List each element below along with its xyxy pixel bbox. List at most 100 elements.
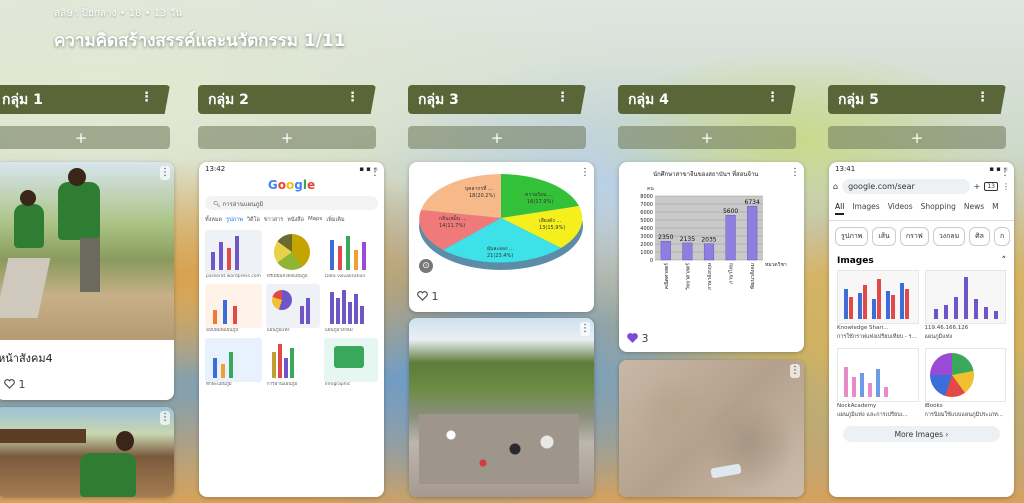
- post-caption: หน้าสังคม4: [0, 352, 53, 365]
- student-legs: [80, 238, 100, 292]
- tab-news: News: [963, 202, 985, 211]
- result-thumbnail: [924, 348, 1006, 402]
- google-tabs: ทั้งหมด รูปภาพ วิดีโอ ข่าวสาร หนังสือ Ma…: [199, 214, 384, 226]
- column-menu-icon[interactable]: ⋮: [556, 90, 569, 105]
- new-tab-icon: +: [973, 182, 981, 191]
- url-bar: google.com/sear: [842, 179, 970, 194]
- result-caption: pareerat.wordpress.com: [206, 274, 261, 279]
- heart-icon[interactable]: [417, 291, 428, 301]
- post-menu-icon[interactable]: ⋮: [160, 166, 170, 180]
- google-logo: Google: [267, 178, 316, 192]
- post-menu-icon[interactable]: ⋮: [580, 166, 590, 180]
- result-thumbnail: [205, 284, 262, 328]
- column-menu-icon[interactable]: ⋮: [766, 90, 779, 105]
- image-result: การอ่านแผนภูมิ: [265, 338, 320, 388]
- result-caption: แผนภูมิแท่ง: [924, 334, 953, 340]
- browser-bar: ⌂ google.com/sear + 13 ⋮: [829, 176, 1014, 197]
- heart-icon[interactable]: [627, 333, 638, 343]
- google-search-box: 🔍︎ การอ่านแผนภูมิ: [205, 196, 378, 210]
- like-counter[interactable]: 1: [417, 290, 439, 303]
- pie-label: ฝุ่นละออง ...: [487, 246, 514, 252]
- image-result: Data visualization: [323, 230, 378, 280]
- chart-title: นักศึกษาสาขาจีนของสถาบันฯ ที่สอนจ้าน: [653, 170, 758, 178]
- like-counter[interactable]: 1: [4, 378, 26, 391]
- roof-beam: [0, 429, 86, 443]
- post-menu-icon[interactable]: ⋮: [790, 364, 800, 378]
- tab: รูปภาพ: [226, 217, 243, 223]
- column-title: กลุ่ม 5: [838, 91, 879, 108]
- post-card[interactable]: ⋮: [619, 360, 804, 497]
- post-card[interactable]: 13:42 ▪ ▪ ▪ Google 🔍︎ การอ่านแผนภูมิ ทั้…: [199, 162, 384, 497]
- filter-chip: วงกลม: [932, 227, 966, 246]
- image-result: iBooks การนิยมใช้แบบแผนภูมิประเภท...: [924, 348, 1006, 420]
- student-figure: [58, 182, 100, 240]
- status-bar: 13:41 ▪ ▪ ▪: [829, 162, 1014, 176]
- bar: [725, 215, 736, 261]
- result-source: NockAcademy: [837, 403, 877, 409]
- x-tick-label: ภาษาไทย: [728, 263, 735, 284]
- like-count: 1: [18, 378, 26, 391]
- add-post-button[interactable]: +: [408, 126, 586, 149]
- bar-chart: นักศึกษาสาขาจีนของสถาบันฯ ที่สอนจ้าน คน …: [640, 170, 787, 290]
- post-photo: [0, 407, 174, 497]
- column-title: กลุ่ม 2: [208, 91, 249, 108]
- pie-value: 14(11.7%): [439, 223, 465, 229]
- post-card[interactable]: ⋮: [0, 407, 174, 497]
- x-tick-label: พัฒนาสังคม: [750, 263, 756, 289]
- like-counter[interactable]: 3: [627, 332, 649, 345]
- column-menu-icon[interactable]: ⋮: [346, 90, 359, 105]
- column-header[interactable]: กลุ่ม 5 ⋮: [828, 85, 1006, 114]
- y-tick-label: 1000: [640, 250, 653, 256]
- y-unit: คน: [647, 186, 654, 192]
- home-icon: ⌂: [833, 182, 839, 191]
- post-menu-icon[interactable]: ⋮: [370, 166, 380, 180]
- post-card[interactable]: ⋮: [409, 318, 594, 497]
- resize-handle-icon[interactable]: ⊙: [419, 259, 433, 273]
- search-tabs: All Images Videos Shopping News M: [829, 197, 1014, 221]
- data-label: 6734: [745, 199, 760, 206]
- post-photo: [409, 318, 594, 497]
- column-header[interactable]: กลุ่ม 2 ⋮: [198, 85, 376, 114]
- board-meta: สลิษา ปิ่ยกลาง • 18 • 13 วัน: [54, 8, 183, 19]
- result-caption: Data visualization: [324, 274, 366, 279]
- result-caption: แผนภูมิแท่ง และการเปรียบเ...: [837, 412, 908, 418]
- post-menu-icon[interactable]: ⋮: [790, 166, 800, 180]
- tab-all: All: [835, 202, 845, 215]
- y-tick-label: 7000: [640, 202, 653, 208]
- post-card[interactable]: นักศึกษาสาขาจีนของสถาบันฯ ที่สอนจ้าน คน …: [619, 162, 804, 352]
- post-menu-icon[interactable]: ⋮: [160, 411, 170, 425]
- trash-pile: [419, 414, 579, 484]
- column-header[interactable]: กลุ่ม 3 ⋮: [408, 85, 586, 114]
- legend-label: หมวดวิชา: [765, 261, 787, 268]
- post-menu-icon[interactable]: ⋮: [1000, 166, 1010, 180]
- tab: วิดีโอ: [246, 217, 260, 223]
- post-card[interactable]: บุคลากรที่ ... 18(20.2%) ความร้อน ... 16…: [409, 162, 594, 312]
- column-header[interactable]: กลุ่ม 4 ⋮: [618, 85, 796, 114]
- filter-chip: ศิล: [969, 227, 990, 246]
- result-source: iBooks: [924, 403, 943, 409]
- column-header[interactable]: กลุ่ม 1 ⋮: [0, 85, 170, 114]
- post-card[interactable]: ⋮ หน้าสังคม4 1: [0, 162, 174, 400]
- add-post-button[interactable]: +: [0, 126, 170, 149]
- add-post-button[interactable]: +: [198, 126, 376, 149]
- result-caption: ทักษะแผนภูมิ: [206, 382, 232, 387]
- pie-value: 13(15.9%): [539, 225, 565, 231]
- result-caption: แผนภูมิแท่ง: [266, 328, 290, 333]
- column-menu-icon[interactable]: ⋮: [976, 90, 989, 105]
- tab-images: Images: [852, 202, 880, 211]
- result-source: Knowledge Shari...: [837, 325, 889, 331]
- heart-icon[interactable]: [4, 379, 15, 389]
- y-tick-label: 2000: [640, 242, 653, 248]
- post-menu-icon[interactable]: ⋮: [580, 322, 590, 336]
- column-group-5: กลุ่ม 5 ⋮ +: [828, 85, 1006, 149]
- tab: เพิ่มเติม: [326, 217, 345, 223]
- menu-icon: ⋮: [1002, 182, 1010, 191]
- column-menu-icon[interactable]: ⋮: [140, 90, 153, 105]
- image-result: แผนภูมิแท่ง: [265, 284, 320, 334]
- student-figure: [14, 204, 44, 248]
- post-card[interactable]: 13:41 ▪ ▪ ▪ ⌂ google.com/sear + 13 ⋮ All…: [829, 162, 1014, 497]
- add-post-button[interactable]: +: [828, 126, 1006, 149]
- add-post-button[interactable]: +: [618, 126, 796, 149]
- column-group-4: กลุ่ม 4 ⋮ +: [618, 85, 796, 149]
- pie-chart: บุคลากรที่ ... 18(20.2%) ความร้อน ... 16…: [419, 174, 583, 270]
